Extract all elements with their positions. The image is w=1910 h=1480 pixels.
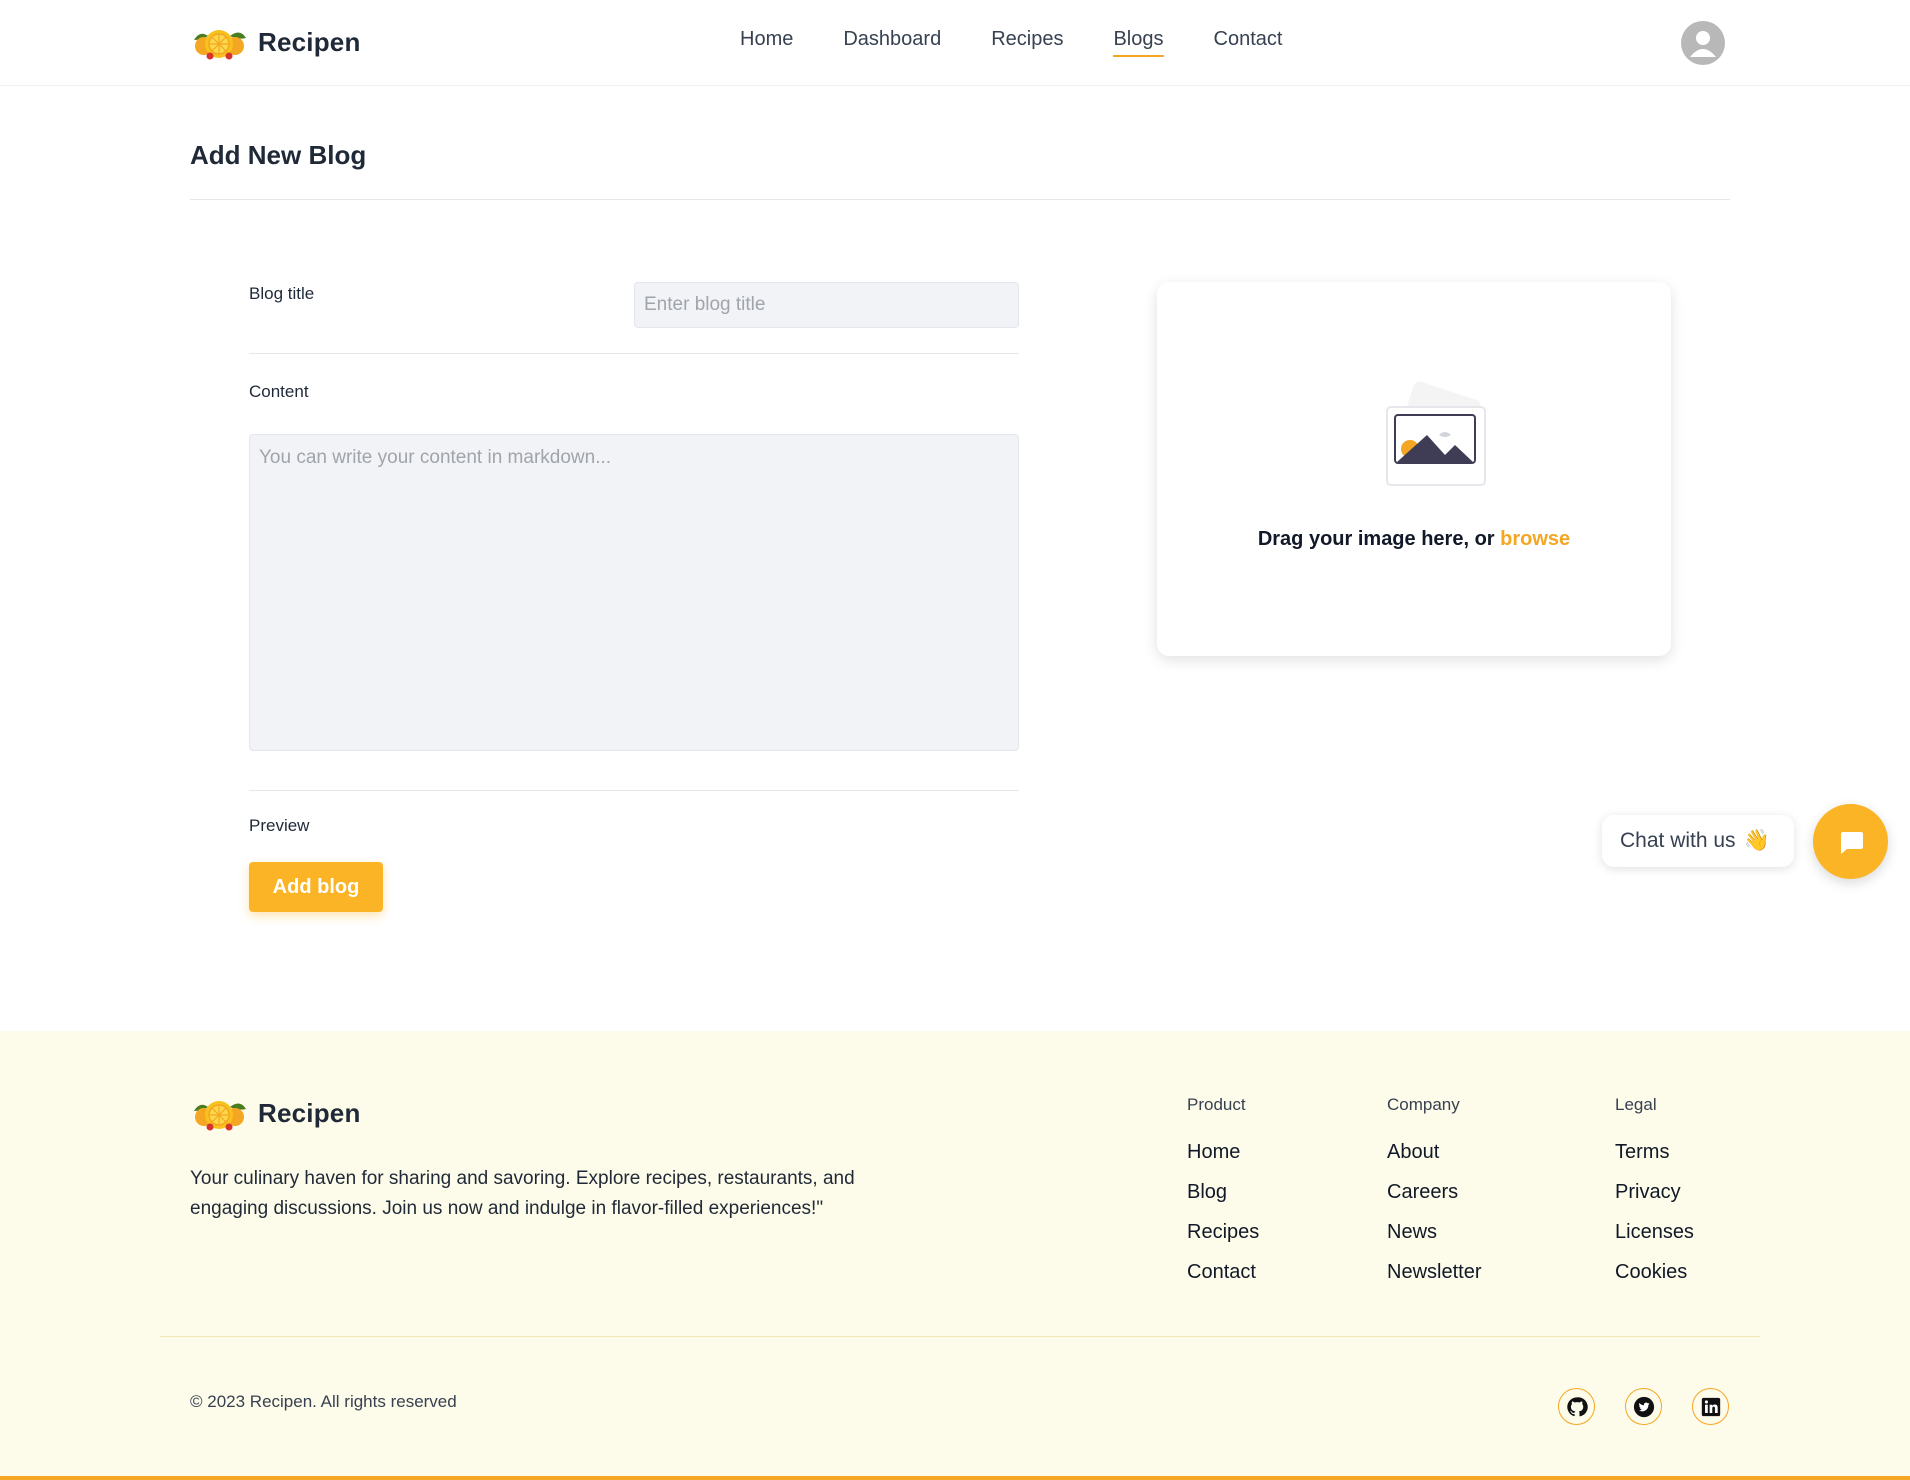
blog-title-input[interactable] [634,282,1019,328]
page-title: Add New Blog [190,140,367,170]
preview-label[interactable]: Preview [249,816,309,836]
footer-link-careers[interactable]: Careers [1387,1181,1458,1204]
main-nav: Home Dashboard Recipes Blogs Contact [740,28,1282,57]
footer-link-terms[interactable]: Terms [1615,1141,1669,1164]
footer-brand[interactable]: Recipen [190,1093,361,1133]
footer-divider [160,1336,1760,1337]
citrus-logo-icon [194,30,246,60]
twitter-icon[interactable] [1625,1388,1662,1425]
footer-link-contact[interactable]: Contact [1187,1261,1256,1284]
content-label: Content [249,382,309,401]
footer-col-heading-company: Company [1387,1095,1460,1114]
footer-link-recipes[interactable]: Recipes [1187,1221,1259,1244]
dropzone-text: Drag your image here, or browse [1157,528,1671,551]
content-textarea[interactable] [249,434,1019,751]
form-divider [249,353,1019,354]
chat-label: Chat with us [1620,829,1736,852]
footer-description: Your culinary haven for sharing and savo… [190,1168,855,1219]
linkedin-icon[interactable] [1692,1388,1729,1425]
footer-link-blog[interactable]: Blog [1187,1181,1227,1204]
footer-link-cookies[interactable]: Cookies [1615,1261,1687,1284]
wave-emoji-icon: 👋 [1743,829,1770,852]
citrus-logo-icon [194,1101,246,1131]
nav-home[interactable]: Home [740,28,793,57]
footer-link-privacy[interactable]: Privacy [1615,1181,1681,1204]
nav-blogs[interactable]: Blogs [1113,28,1164,57]
form-divider [249,790,1019,791]
nav-recipes[interactable]: Recipes [991,28,1063,57]
image-dropzone[interactable]: Drag your image here, or browse [1157,282,1671,656]
chat-prompt[interactable]: Chat with us 👋 [1602,815,1794,867]
blog-title-label: Blog title [249,284,315,303]
chat-bubble-icon[interactable] [1813,804,1888,879]
footer-link-news[interactable]: News [1387,1221,1437,1244]
footer-col-heading-legal: Legal [1615,1095,1657,1114]
site-footer: Recipen Your culinary haven for sharing … [0,1031,1910,1480]
add-blog-button[interactable]: Add blog [249,862,383,912]
user-avatar-icon[interactable] [1681,21,1725,65]
nav-dashboard[interactable]: Dashboard [843,28,941,57]
browse-link[interactable]: browse [1500,528,1570,550]
brand-name: Recipen [258,26,361,57]
title-divider [190,199,1730,200]
footer-link-about[interactable]: About [1387,1141,1439,1164]
brand-home-link[interactable]: Recipen [190,22,361,62]
footer-col-heading-product: Product [1187,1095,1246,1114]
dropzone-instruction: Drag your image here, or [1257,528,1501,550]
footer-link-licenses[interactable]: Licenses [1615,1221,1694,1244]
nav-contact[interactable]: Contact [1214,28,1283,57]
github-icon[interactable] [1558,1388,1595,1425]
footer-link-newsletter[interactable]: Newsletter [1387,1261,1481,1284]
footer-brand-name: Recipen [258,1097,361,1128]
copyright-text: © 2023 Recipen. All rights reserved [190,1392,457,1411]
footer-link-home[interactable]: Home [1187,1141,1240,1164]
top-navbar: Recipen Home Dashboard Recipes Blogs Con… [0,0,1910,86]
image-placeholder-icon [1386,381,1486,486]
